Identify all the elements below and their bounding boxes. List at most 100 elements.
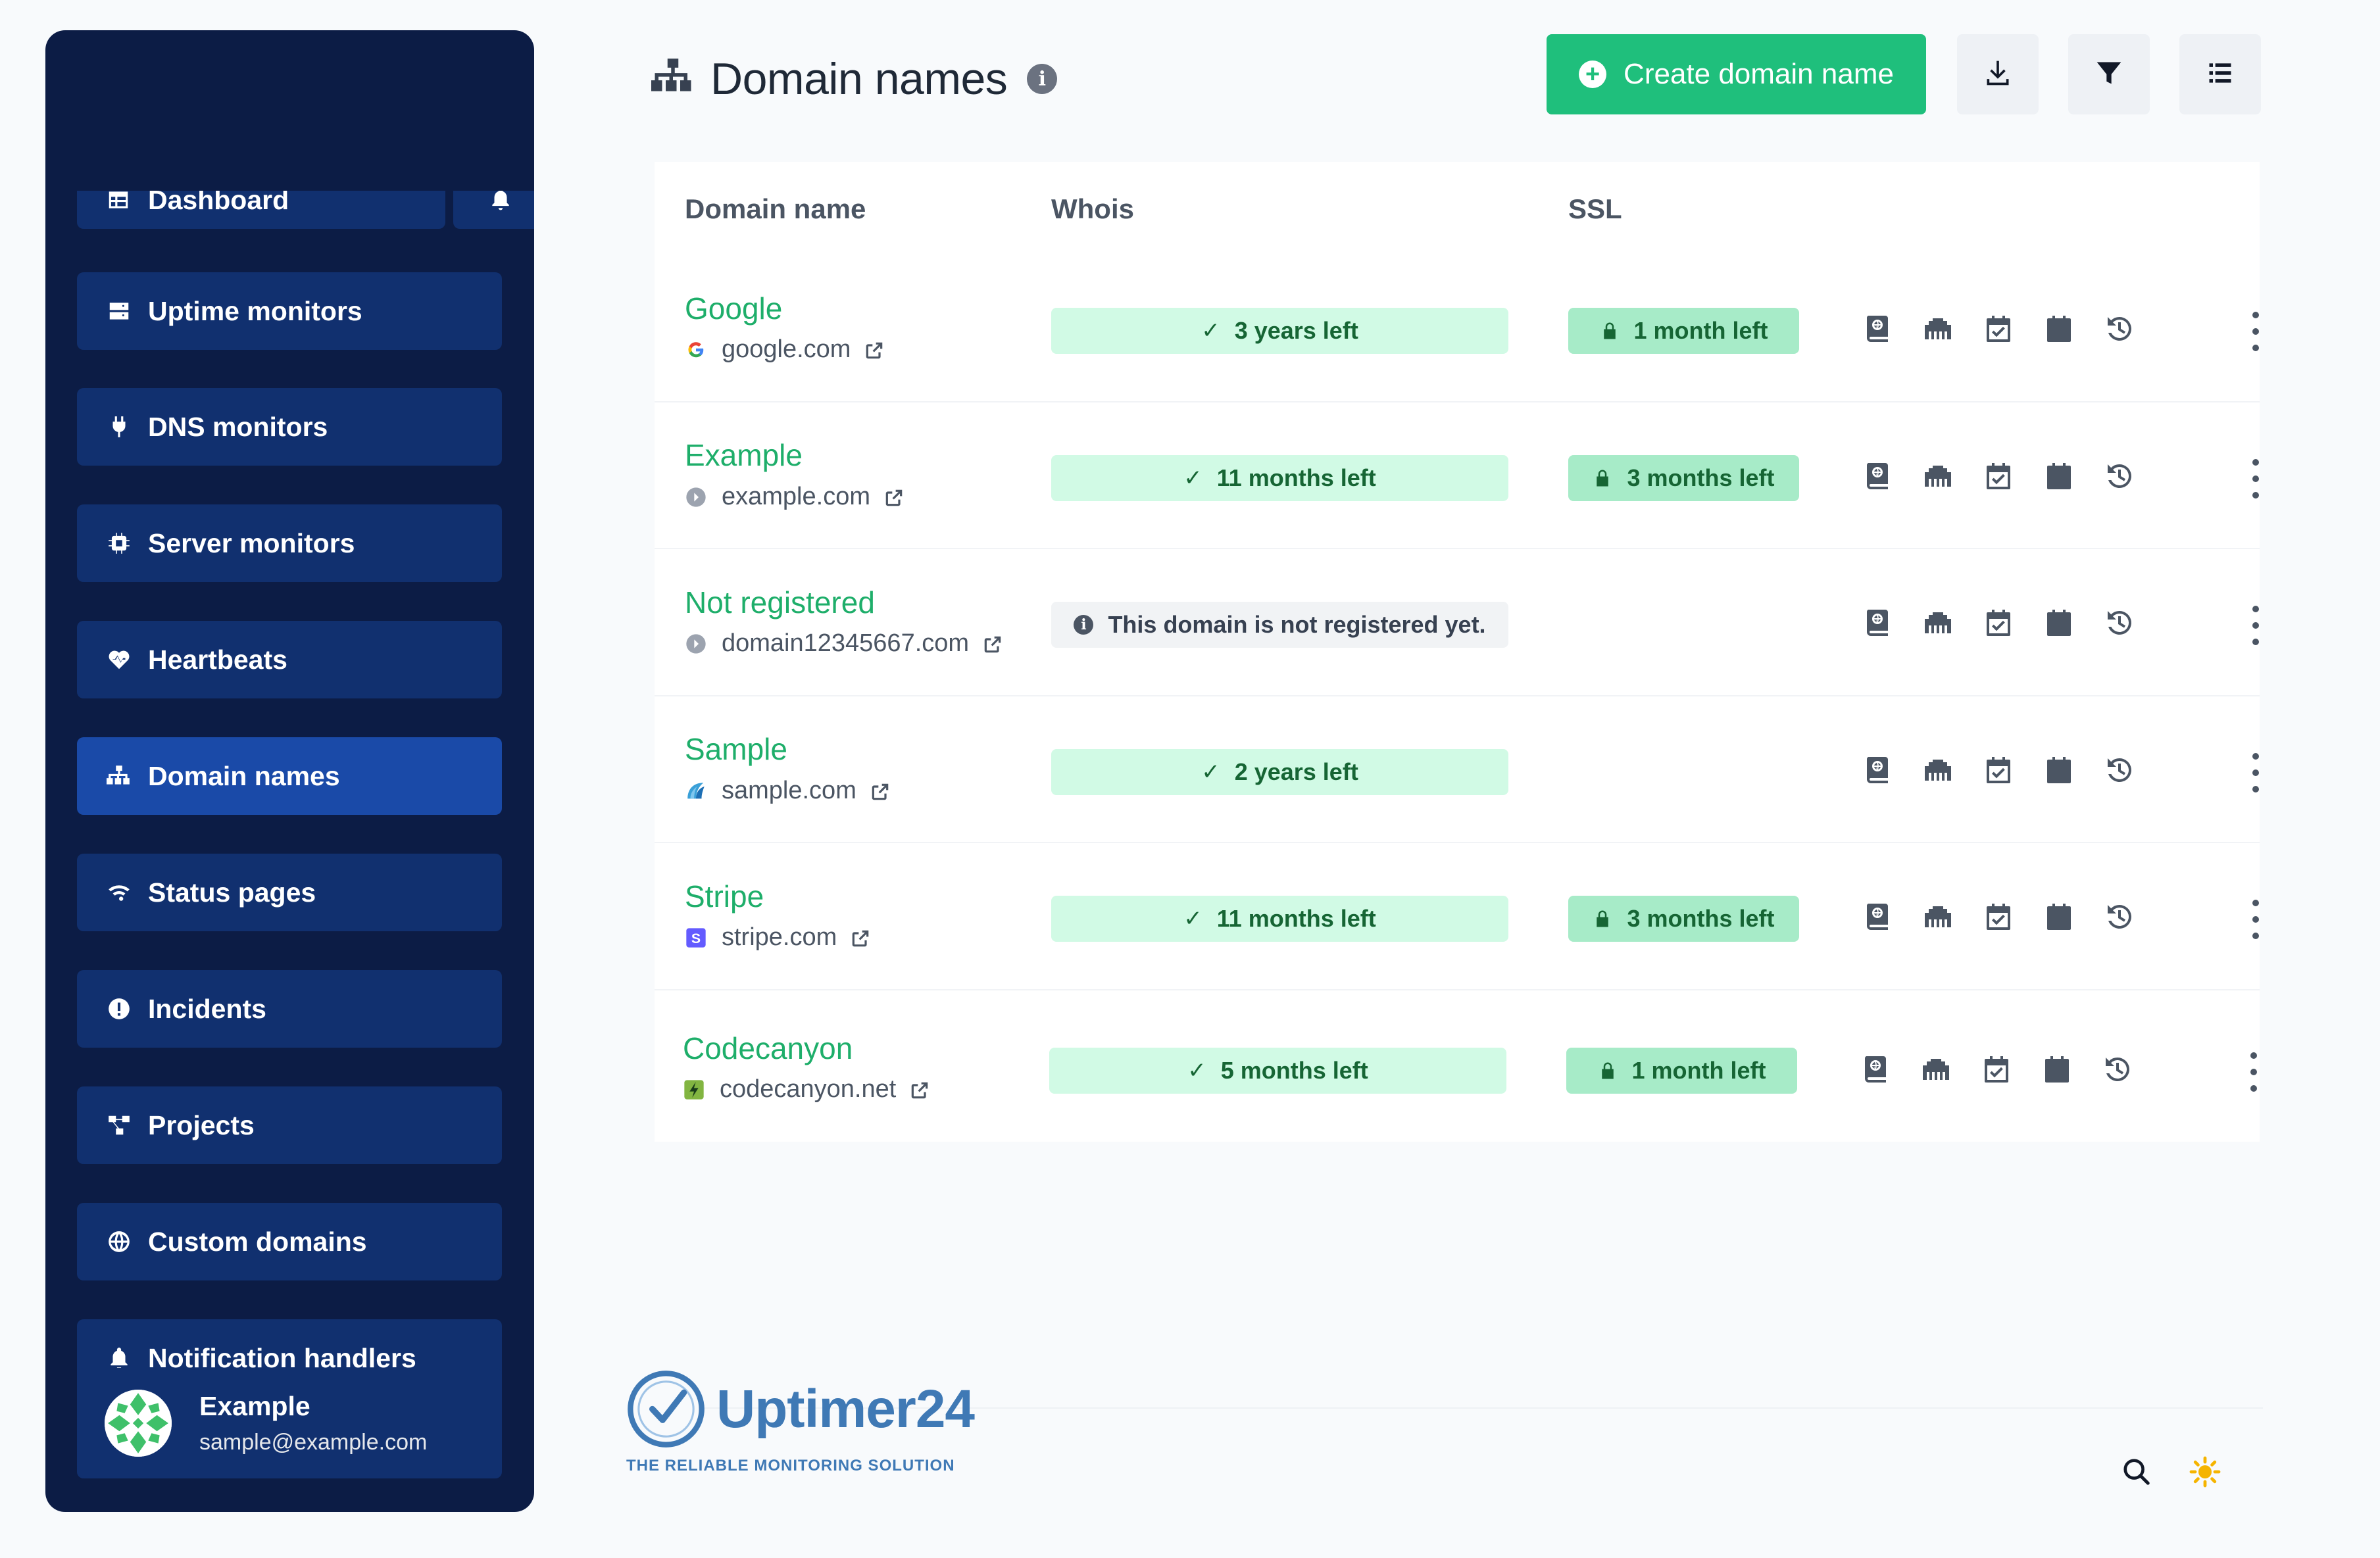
history-icon[interactable] xyxy=(2102,312,2137,346)
whois-status-badge: ✓ 11 months left xyxy=(1051,455,1508,501)
row-divider xyxy=(655,401,2260,402)
calendar-icon[interactable] xyxy=(2042,312,2076,346)
whois-status-badge: ✓ 11 months left xyxy=(1051,896,1508,942)
ethernet-icon[interactable] xyxy=(1919,1052,1953,1086)
sidebar-item-projects[interactable]: Projects xyxy=(77,1086,502,1164)
row-menu-button[interactable] xyxy=(2246,753,2266,792)
domain-name-link[interactable]: Not registered xyxy=(685,585,875,620)
domain-url: sample.com xyxy=(685,777,891,805)
network-icon xyxy=(106,763,132,789)
whois-book-icon[interactable] xyxy=(1860,753,1895,787)
sidebar-item-dashboard[interactable]: Dashboard xyxy=(77,191,445,229)
sidebar-item-status-pages[interactable]: Status pages xyxy=(77,854,502,931)
history-icon[interactable] xyxy=(2102,459,2137,493)
avatar xyxy=(105,1390,172,1457)
domain-name-link[interactable]: Codecanyon xyxy=(683,1031,853,1066)
calendar-check-icon[interactable] xyxy=(1981,312,2016,346)
info-icon[interactable]: i xyxy=(1027,64,1058,94)
ethernet-icon[interactable] xyxy=(1921,312,1955,346)
sidebar-item-label: Custom domains xyxy=(148,1226,367,1257)
domain-url-text: example.com xyxy=(722,483,870,510)
calendar-check-icon[interactable] xyxy=(1981,753,2016,787)
whois-book-icon[interactable] xyxy=(1860,459,1895,493)
external-link-icon[interactable] xyxy=(982,633,1003,654)
sidebar-item-label: Dashboard xyxy=(148,191,289,215)
whois-status-text: 11 months left xyxy=(1216,905,1376,932)
calendar-icon[interactable] xyxy=(2042,459,2076,493)
calendar-icon[interactable] xyxy=(2040,1052,2074,1086)
external-link-icon[interactable] xyxy=(883,487,905,508)
theme-toggle-button[interactable] xyxy=(2185,1453,2225,1493)
sidebar-item-server-monitors[interactable]: Server monitors xyxy=(77,504,502,582)
ethernet-icon[interactable] xyxy=(1921,753,1955,787)
sidebar-nav: Dashboard Uptime monitors DNS monitors S… xyxy=(45,191,534,1391)
bell-icon xyxy=(488,191,513,214)
domain-url: domain12345667.com xyxy=(685,629,1003,658)
cpu-icon xyxy=(106,530,132,556)
download-icon xyxy=(1983,59,2012,91)
row-menu-button[interactable] xyxy=(2246,900,2266,939)
calendar-check-icon[interactable] xyxy=(1981,459,2016,493)
calendar-check-icon[interactable] xyxy=(1981,900,2016,934)
calendar-check-icon[interactable] xyxy=(1981,606,2016,640)
check-icon: ✓ xyxy=(1183,466,1202,491)
history-icon[interactable] xyxy=(2100,1052,2135,1086)
external-link-icon[interactable] xyxy=(850,927,871,948)
row-menu-button[interactable] xyxy=(2246,312,2266,351)
filter-button[interactable] xyxy=(2068,34,2150,114)
sidebar-item-heartbeats[interactable]: Heartbeats xyxy=(77,621,502,698)
ethernet-icon[interactable] xyxy=(1921,606,1955,640)
row-divider xyxy=(655,842,2260,843)
history-icon[interactable] xyxy=(2102,606,2137,640)
calendar-check-icon[interactable] xyxy=(1979,1052,2014,1086)
domain-name-link[interactable]: Example xyxy=(685,437,803,473)
ethernet-icon[interactable] xyxy=(1921,900,1955,934)
export-button[interactable] xyxy=(1957,34,2039,114)
external-link-icon[interactable] xyxy=(864,339,885,360)
column-header-domain[interactable]: Domain name xyxy=(685,193,866,225)
check-icon: ✓ xyxy=(1183,906,1202,931)
external-link-icon[interactable] xyxy=(909,1079,930,1100)
column-header-whois[interactable]: Whois xyxy=(1051,193,1134,225)
column-header-ssl[interactable]: SSL xyxy=(1568,193,1622,225)
sidebar-item-custom-domains[interactable]: Custom domains xyxy=(77,1203,502,1280)
whois-book-icon[interactable] xyxy=(1860,312,1895,346)
notifications-button[interactable] xyxy=(453,191,534,229)
whois-book-icon[interactable] xyxy=(1860,900,1895,934)
sidebar-item-uptime-monitors[interactable]: Uptime monitors xyxy=(77,272,502,350)
whois-status-text: 3 years left xyxy=(1234,317,1358,344)
domain-name-link[interactable]: Sample xyxy=(685,731,787,767)
sidebar-item-incidents[interactable]: Incidents xyxy=(77,970,502,1048)
row-menu-button[interactable] xyxy=(2246,459,2266,499)
ssl-status-badge: 3 months left xyxy=(1568,455,1799,501)
external-link-icon[interactable] xyxy=(870,781,891,802)
row-divider xyxy=(655,548,2260,549)
ethernet-icon[interactable] xyxy=(1921,459,1955,493)
sidebar-item-label: Uptime monitors xyxy=(148,295,362,326)
domain-name-link[interactable]: Stripe xyxy=(685,879,764,914)
sidebar-item-dns-monitors[interactable]: DNS monitors xyxy=(77,388,502,466)
whois-book-icon[interactable] xyxy=(1858,1052,1893,1086)
domain-url: google.com xyxy=(685,335,885,364)
columns-button[interactable] xyxy=(2179,34,2261,114)
calendar-icon[interactable] xyxy=(2042,606,2076,640)
create-domain-button[interactable]: + Create domain name xyxy=(1547,34,1926,114)
sidebar-item-domain-names[interactable]: Domain names xyxy=(77,737,502,815)
history-icon[interactable] xyxy=(2102,753,2137,787)
row-menu-button[interactable] xyxy=(2246,606,2266,645)
user-profile[interactable]: Example sample@example.com xyxy=(77,1368,502,1478)
calendar-icon[interactable] xyxy=(2042,900,2076,934)
check-icon: ✓ xyxy=(1201,318,1220,343)
history-icon[interactable] xyxy=(2102,900,2137,934)
ssl-status-text: 1 month left xyxy=(1633,317,1768,344)
domain-name-link[interactable]: Google xyxy=(685,291,782,326)
brand-name: Uptimer24 xyxy=(716,1378,975,1439)
sidebar-item-label: Heartbeats xyxy=(148,644,287,675)
info-icon: i xyxy=(1074,615,1094,635)
whois-book-icon[interactable] xyxy=(1860,606,1895,640)
whois-status-badge: i This domain is not registered yet. xyxy=(1051,602,1508,648)
calendar-icon[interactable] xyxy=(2042,753,2076,787)
search-button[interactable] xyxy=(2117,1453,2156,1493)
row-menu-button[interactable] xyxy=(2244,1052,2264,1092)
brand-logo[interactable]: Uptimer24 xyxy=(625,1368,975,1450)
